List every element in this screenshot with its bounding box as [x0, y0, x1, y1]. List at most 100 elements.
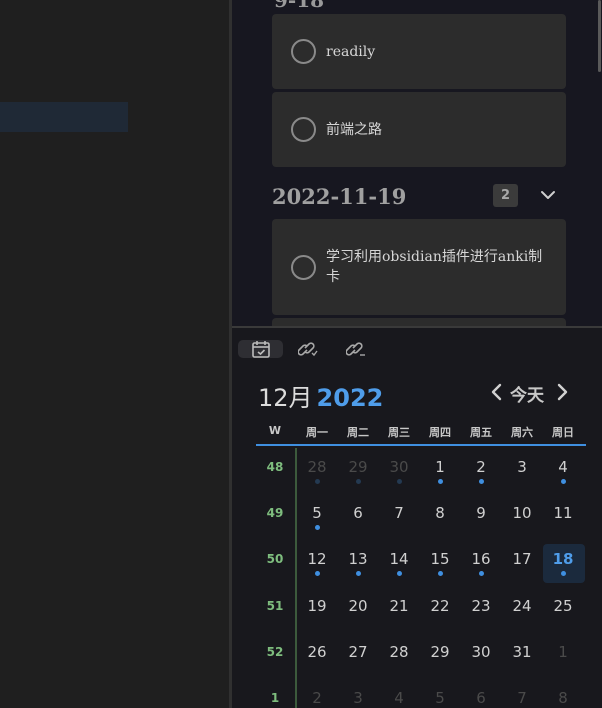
tab-backlinks[interactable]	[286, 340, 331, 358]
calendar-day[interactable]: 28	[297, 458, 337, 476]
calendar-day[interactable]: 11	[543, 504, 583, 522]
week-column-header: W	[268, 424, 282, 437]
calendar-tab-bar	[238, 340, 382, 358]
link-icon	[297, 342, 318, 357]
weekday-label: 周日	[552, 426, 574, 439]
note-indicator-dot	[478, 571, 484, 576]
calendar-day[interactable]: 12	[297, 550, 337, 568]
note-indicator-dot	[396, 571, 402, 576]
calendar-day[interactable]: 16	[461, 550, 501, 568]
calendar-day[interactable]: 13	[338, 550, 378, 568]
calendar-day[interactable]: 7	[502, 689, 542, 707]
month-label: 12月	[258, 384, 313, 412]
calendar-day[interactable]: 8	[420, 504, 460, 522]
weekday-label: 周六	[511, 426, 533, 439]
weekday-label: 周二	[347, 426, 369, 439]
task-group-title-cut: 9-18	[274, 0, 325, 12]
calendar-day[interactable]: 5	[420, 689, 460, 707]
task-checkbox[interactable]	[291, 117, 316, 142]
calendar-day[interactable]: 17	[502, 550, 542, 568]
task-checkbox[interactable]	[291, 39, 316, 64]
calendar-day[interactable]: 31	[502, 643, 542, 661]
calendar-day[interactable]: 22	[420, 597, 460, 615]
note-indicator-dot	[396, 479, 402, 484]
calendar-day[interactable]: 25	[543, 597, 583, 615]
week-number[interactable]: 50	[256, 552, 294, 566]
calendar-day[interactable]: 20	[338, 597, 378, 615]
calendar-day[interactable]: 4	[379, 689, 419, 707]
weekday-label: 周一	[306, 426, 328, 439]
calendar-day[interactable]: 1	[543, 643, 583, 661]
note-indicator-dot	[314, 525, 320, 530]
calendar-day[interactable]: 27	[338, 643, 378, 661]
note-indicator-dot	[478, 479, 484, 484]
calendar-panel: 12月 2022 今天 W 周一 周二 周三 周四 周五 周六 周日 48 28 29…	[232, 328, 602, 708]
calendar-day[interactable]: 24	[502, 597, 542, 615]
task-text: 前端之路	[326, 121, 382, 138]
task-item[interactable]: 前端之路	[272, 92, 566, 167]
calendar-day[interactable]: 2	[297, 689, 337, 707]
calendar-day[interactable]: 29	[420, 643, 460, 661]
week-number-divider	[295, 448, 297, 708]
calendar-day[interactable]: 6	[461, 689, 501, 707]
calendar-day[interactable]: 8	[543, 689, 583, 707]
calendar-day[interactable]: 26	[297, 643, 337, 661]
calendar-day[interactable]: 23	[461, 597, 501, 615]
note-indicator-dot	[355, 571, 361, 576]
calendar-day[interactable]: 30	[461, 643, 501, 661]
note-indicator-dot	[437, 479, 443, 484]
tab-calendar[interactable]	[238, 340, 283, 358]
week-number[interactable]: 1	[256, 691, 294, 705]
calendar-day[interactable]: 15	[420, 550, 460, 568]
scrollbar-thumb[interactable]	[598, 0, 601, 72]
calendar-day[interactable]: 9	[461, 504, 501, 522]
note-indicator-dot	[437, 571, 443, 576]
weekday-label: 周三	[388, 426, 410, 439]
selected-file-row[interactable]	[0, 102, 128, 132]
note-indicator-dot	[355, 479, 361, 484]
calendar-day[interactable]: 3	[502, 458, 542, 476]
calendar-day[interactable]: 19	[297, 597, 337, 615]
calendar-day[interactable]: 3	[338, 689, 378, 707]
note-indicator-dot	[314, 479, 320, 484]
today-button[interactable]: 今天	[510, 381, 544, 406]
tab-outgoing-links[interactable]	[334, 340, 379, 358]
note-indicator-dot	[560, 479, 566, 484]
week-number[interactable]: 48	[256, 460, 294, 474]
calendar-day[interactable]: 10	[502, 504, 542, 522]
chevron-left-icon[interactable]	[490, 382, 504, 402]
calendar-day[interactable]: 7	[379, 504, 419, 522]
task-item[interactable]	[272, 318, 566, 326]
task-count-badge: 2	[493, 184, 518, 207]
chevron-down-icon[interactable]	[538, 185, 558, 205]
calendar-day[interactable]: 21	[379, 597, 419, 615]
task-text: 学习利用obsidian插件进行anki制卡	[326, 249, 543, 285]
calendar-day[interactable]: 30	[379, 458, 419, 476]
note-indicator-dot	[560, 571, 566, 576]
week-number[interactable]: 52	[256, 645, 294, 659]
date-group-header[interactable]: 2022-11-19 2	[272, 180, 566, 212]
calendar-day[interactable]: 2	[461, 458, 501, 476]
task-item[interactable]: readily	[272, 14, 566, 89]
calendar-day[interactable]: 14	[379, 550, 419, 568]
calendar-day[interactable]: 18	[543, 550, 583, 568]
calendar-month-title: 12月 2022	[258, 378, 383, 413]
calendar-day[interactable]: 6	[338, 504, 378, 522]
task-list-panel: 9-18 readily 前端之路 2022-11-19 2 学习利用obsid…	[232, 0, 602, 326]
task-item[interactable]: 学习利用obsidian插件进行anki制卡	[272, 219, 566, 315]
calendar-day[interactable]: 5	[297, 504, 337, 522]
weekday-label: 周五	[470, 426, 492, 439]
calendar-day[interactable]: 1	[420, 458, 460, 476]
right-sidebar: 9-18 readily 前端之路 2022-11-19 2 学习利用obsid…	[232, 0, 602, 708]
week-number[interactable]: 51	[256, 599, 294, 613]
note-indicator-dot	[314, 571, 320, 576]
link-icon	[345, 342, 365, 356]
calendar-day[interactable]: 29	[338, 458, 378, 476]
weekday-header-row: W 周一 周二 周三 周四 周五 周六 周日	[256, 424, 586, 446]
chevron-right-icon[interactable]	[555, 382, 569, 402]
calendar-day[interactable]: 4	[543, 458, 583, 476]
task-checkbox[interactable]	[291, 254, 316, 280]
calendar-check-icon	[251, 341, 270, 358]
week-number[interactable]: 49	[256, 506, 294, 520]
calendar-day[interactable]: 28	[379, 643, 419, 661]
